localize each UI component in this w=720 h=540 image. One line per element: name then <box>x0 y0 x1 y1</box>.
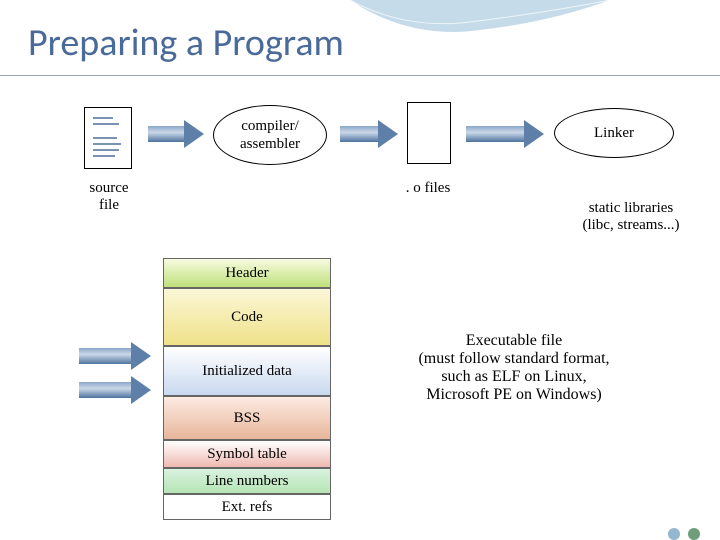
object-layout-stack: Header Code Initialized data BSS Symbol … <box>163 258 331 520</box>
stack-code: Code <box>163 288 331 346</box>
accent-swoosh <box>350 0 610 60</box>
arrow-into-stack-2 <box>79 382 133 398</box>
stack-header: Header <box>163 258 331 288</box>
arrow-source-to-compiler <box>148 126 186 142</box>
arrow-compiler-to-ofile <box>340 126 380 142</box>
compiler-oval: compiler/ assembler <box>213 105 327 165</box>
stack-line: Line numbers <box>163 468 331 494</box>
o-file-icon <box>407 102 451 164</box>
title-rule <box>0 75 720 76</box>
source-file-label: source file <box>76 180 142 214</box>
static-libs-label: static libraries (libc, streams...) <box>556 200 706 234</box>
arrow-ofile-to-linker <box>466 126 526 142</box>
linker-oval: Linker <box>554 108 674 158</box>
stack-bss: BSS <box>163 396 331 440</box>
executable-label: Executable file (must follow standard fo… <box>384 332 644 404</box>
stack-symbol: Symbol table <box>163 440 331 468</box>
arrow-into-stack-1 <box>79 348 133 364</box>
page-title: Preparing a Program <box>28 20 344 66</box>
deco-dot-green <box>688 528 700 540</box>
source-file-icon <box>84 107 132 169</box>
stack-ext: Ext. refs <box>163 494 331 520</box>
o-files-label: . o files <box>388 180 468 197</box>
deco-dot-blue <box>668 528 680 540</box>
stack-initialized: Initialized data <box>163 346 331 396</box>
